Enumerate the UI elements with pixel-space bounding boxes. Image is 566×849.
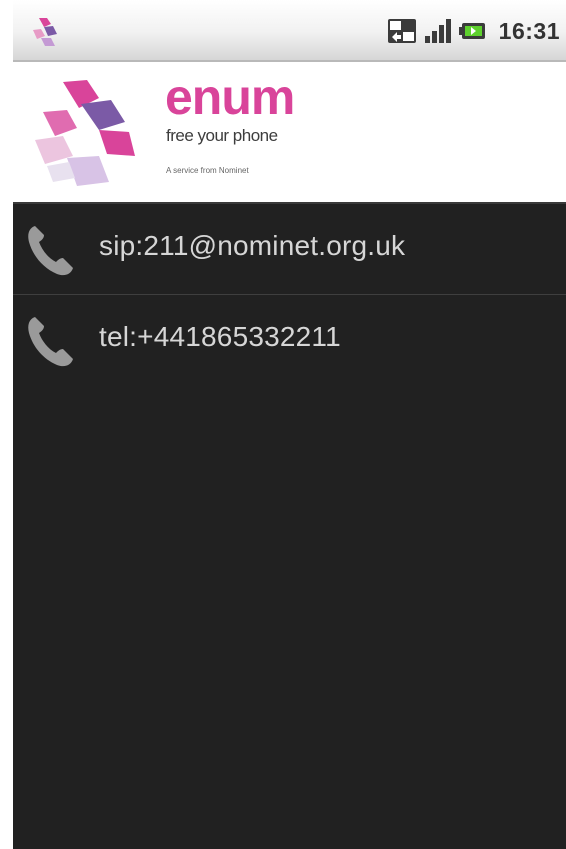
enum-logo-icon [35, 80, 135, 186]
brand-tagline: free your phone [166, 126, 278, 145]
battery-icon [458, 23, 485, 39]
uri-label: tel:+441865332211 [99, 321, 341, 352]
app-screen: 16:31 enum free your phone A service fro… [13, 0, 566, 849]
brand-name: enum [165, 69, 295, 125]
status-icons: 16:31 [387, 16, 560, 46]
phone-icon [28, 317, 73, 367]
3g-icon [387, 19, 416, 43]
clock-time: 16:31 [498, 17, 560, 44]
enum-notification-icon[interactable] [27, 14, 63, 50]
signal-icon [424, 19, 451, 43]
list-item[interactable]: sip:211@nominet.org.uk [13, 204, 566, 295]
phone-icon [28, 226, 73, 276]
uri-label: sip:211@nominet.org.uk [99, 230, 406, 261]
header-banner: enum free your phone A service from Nomi… [13, 62, 566, 204]
contact-uri-list: sip:211@nominet.org.uk tel:+441865332211 [13, 204, 566, 385]
brand-byline: A service from Nominet [166, 166, 249, 175]
list-item[interactable]: tel:+441865332211 [13, 295, 566, 385]
status-bar: 16:31 [13, 0, 566, 62]
